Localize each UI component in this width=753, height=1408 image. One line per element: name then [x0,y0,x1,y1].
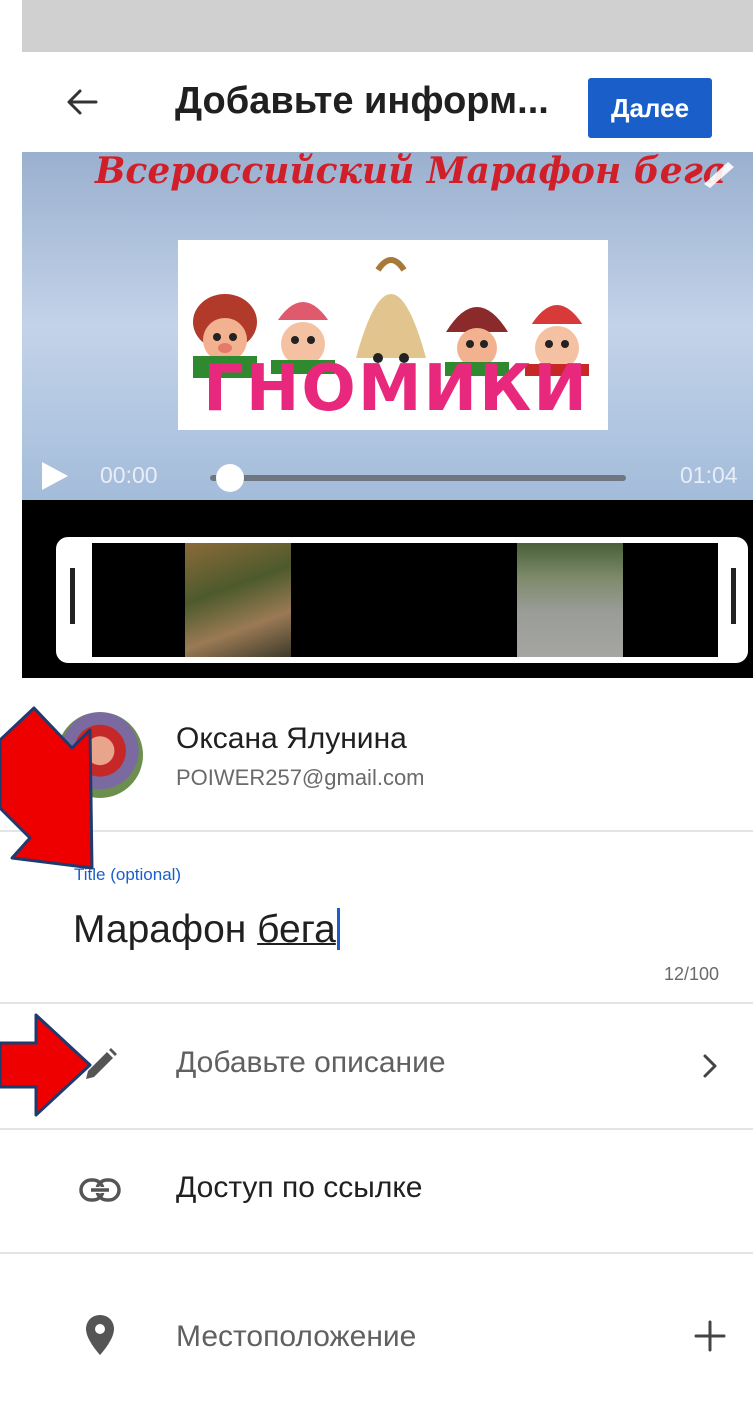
trim-handle-right[interactable] [731,568,736,624]
seek-bar[interactable] [210,475,626,481]
status-bar-edge [0,0,22,52]
back-button[interactable] [58,72,106,132]
pencil-overlay-icon [704,162,734,188]
add-description-label: Добавьте описание [176,1046,446,1079]
gnome-figure-3 [356,257,426,363]
text-cursor [336,908,340,950]
character-counter: 12/100 [664,964,720,984]
trim-handle-left[interactable] [70,568,75,624]
video-thumbnail-art: ГНОМИКИ [178,240,608,430]
next-button[interactable]: Далее [588,78,712,138]
video-art-text: ГНОМИКИ [203,352,589,426]
current-time: 00:00 [100,462,158,488]
play-icon[interactable] [40,460,70,492]
link-access-label: Доступ по ссылке [176,1171,423,1204]
filmstrip-frame [185,543,291,657]
seek-thumb[interactable] [216,464,244,492]
location-label: Местоположение [176,1320,417,1353]
status-bar [0,0,753,52]
video-caption-text: Всероссийский Марафон бега [95,150,727,192]
divider [0,830,753,832]
title-input-text: Марафон [73,908,258,951]
annotation-arrow-description [0,1013,92,1117]
location-pin-icon [75,1310,125,1360]
link-icon [75,1165,125,1215]
chevron-right-icon [690,1046,730,1086]
title-input[interactable]: Марафон бега [73,908,340,952]
account-email: POIWER257@gmail.com [176,765,425,790]
back-arrow-icon [67,89,98,115]
page-title: Добавьте информ... [175,80,549,122]
annotation-arrow-title [0,706,94,870]
title-input-text-underlined: бега [257,908,336,951]
account-name: Оксана Ялунина [176,722,407,755]
duration: 01:04 [680,462,738,488]
filmstrip-frame [517,543,623,657]
plus-icon[interactable] [690,1316,730,1356]
